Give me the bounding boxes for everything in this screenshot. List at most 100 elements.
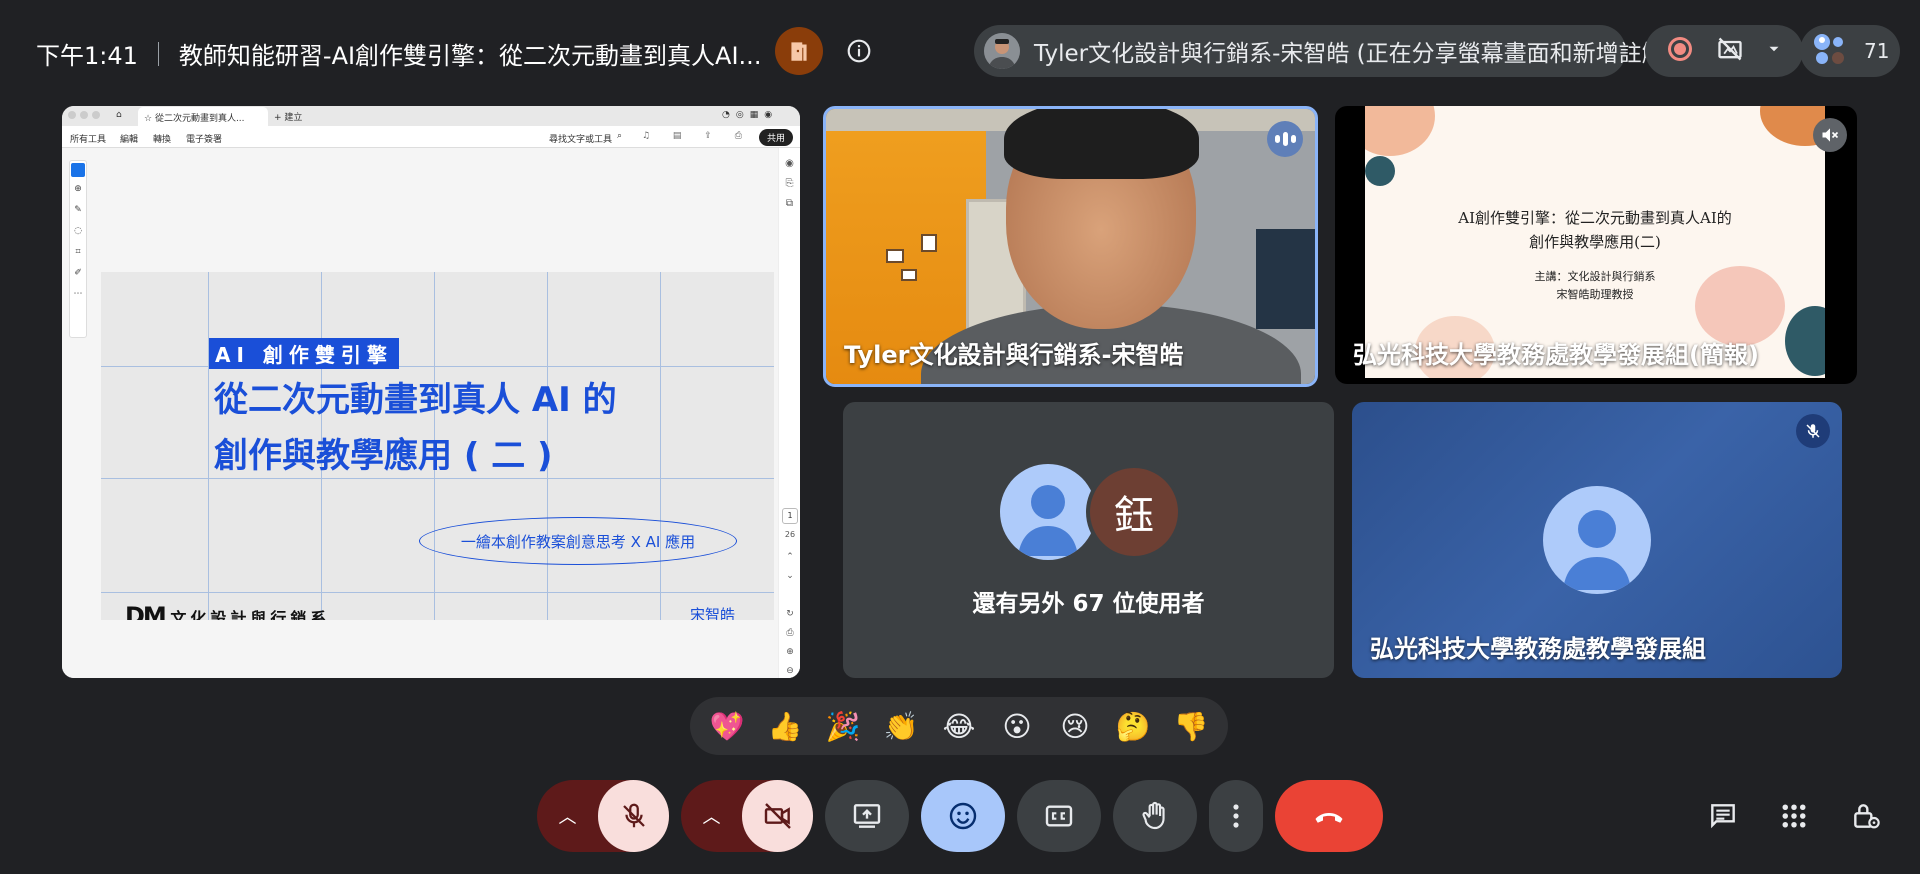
captions-off-icon[interactable] [1716,35,1744,67]
recording-icon[interactable] [1665,34,1695,68]
grid-line [660,272,661,620]
leave-call-button[interactable] [1275,780,1383,852]
camera-options-chevron-icon[interactable]: ︿ [681,803,742,829]
other-participants-tile[interactable]: 鈺 還有另外 67 位使用者 [843,402,1334,678]
department-name: 文化設計與行銷系 [170,609,331,620]
slide-kicker: AI 創作雙引擎 [209,338,399,369]
camera-control-group: ︿ [681,780,813,852]
mic-off-button[interactable] [598,780,669,852]
home-icon[interactable]: ⌂ [116,110,122,120]
info-icon[interactable] [840,32,878,70]
reaction-thumbs-down[interactable]: 👎 [1169,710,1213,743]
reaction-crying[interactable]: 😢 [1053,710,1097,743]
slide-camera-sub-line1: 主講：文化設計與行銷系 [1534,270,1656,283]
avatar [1000,464,1096,560]
slide-title-line2: 創作與教學應用 ( 二 ) [214,436,553,476]
speaker-name-label: Tyler文化設計與行銷系-宋智皓 [844,341,1184,369]
window-dot-icon [68,111,76,119]
page-tool-icons[interactable]: ◉ ⎘ ⧉ [779,154,800,214]
muted-icon [1813,118,1847,152]
reaction-party-popper[interactable]: 🎉 [821,710,865,743]
slide-decoration [1365,156,1395,186]
browser-action-icons[interactable]: ◔◎▦◉ [722,110,778,120]
reaction-clapping[interactable]: 👏 [879,710,923,743]
meeting-time: 下午1:41 [36,42,138,70]
people-avatars-icon [1810,31,1850,71]
video-background [1256,229,1315,329]
slide-camera-tile[interactable]: AI創作雙引擎：從二次元動畫到真人AI的 創作與教學應用(二) 主講：文化設計與… [1335,106,1857,384]
video-background [886,249,904,263]
avatar [1543,486,1651,594]
toolbar-icons[interactable]: ♫ ▤ ⇪ ⎙ [642,131,752,141]
slide-decoration [1365,106,1435,156]
slide-camera-sub-line2: 宋智皓助理教授 [1556,288,1634,301]
avatar: 鈺 [1086,464,1182,560]
presenter-status: Tyler文化設計與行銷系-宋智皓 (正在分享螢幕畫面和新增註解) [1034,41,1674,67]
chat-icon[interactable] [1705,798,1741,834]
grid-line [101,366,774,367]
pdf-viewer: ⊕ ✎ ◌ ⌗ ✐ ⋯ AI 創作雙引擎 從二次元動畫到真人 AI 的 創作與教學應用 (… [62,148,800,678]
new-tab-button[interactable]: + 建立 [274,110,302,123]
toolbar-edit[interactable]: 編輯 [120,132,138,145]
presenter-chip[interactable]: Tyler文化設計與行銷系-宋智皓 (正在分享螢幕畫面和新增註解) [974,25,1674,77]
door-icon[interactable] [775,27,823,75]
meeting-header: 下午1:41 教師知能研習-AI創作雙引擎：從二次元動畫到真人AI... [36,36,761,71]
host-controls-lock-icon[interactable] [1848,798,1884,834]
hand-tool-icon[interactable] [71,163,85,177]
screen-share-tile[interactable]: ⌂ ☆ 從二次元動畫到真人... + 建立 ◔◎▦◉ 所有工具 編輯 轉換 電子… [62,106,800,678]
browser-tab-bar: ⌂ ☆ 從二次元動畫到真人... + 建立 ◔◎▦◉ [62,106,800,126]
header-divider [157,41,159,66]
search-tools-input[interactable]: 尋找文字或工具 [549,132,612,145]
slide-camera-title: AI創作雙引擎：從二次元動畫到真人AI的 創作與教學應用(二) [1365,206,1825,254]
speaker-video [1004,109,1199,179]
browser-tab-label: 從二次元動畫到真人... [154,114,245,124]
page-nav-icons[interactable]: ⌃ ⌄ ↻ ⎙ ⊕ ⊖ [779,548,800,678]
slide-decoration [1785,306,1825,376]
activities-grid-icon[interactable] [1776,798,1812,834]
mic-options-chevron-icon[interactable]: ︿ [537,803,598,829]
present-screen-button[interactable] [825,780,909,852]
reaction-sparkling-heart[interactable]: 💖 [705,710,749,743]
window-dot-icon [92,111,100,119]
share-button[interactable]: 共用 [759,129,794,146]
camera-off-button[interactable] [742,780,813,852]
raise-hand-button[interactable] [1113,780,1197,852]
speaking-indicator-icon [1267,121,1303,157]
grid-line [101,592,774,593]
pdf-toolbar: 所有工具 編輯 轉換 電子簽署 尋找文字或工具 ⌕ ♫ ▤ ⇪ ⎙ 共用 [62,126,800,148]
emoji-reactions-button[interactable] [921,780,1005,852]
more-options-button[interactable] [1209,780,1263,852]
toolbar-convert[interactable]: 轉換 [153,132,171,145]
slide-camera-title-line2: 創作與教學應用(二) [1529,233,1661,251]
star-icon: ☆ [144,114,155,124]
slide-camera-name-label: 弘光科技大學教務處教學發展組(簡報) [1353,341,1759,369]
reaction-thinking[interactable]: 🤔 [1111,710,1155,743]
toolbar-all-tools[interactable]: 所有工具 [70,132,106,145]
participant-tile[interactable]: 弘光科技大學教務處教學發展組 [1352,402,1842,678]
chevron-down-icon[interactable] [1765,40,1783,62]
mic-off-icon [1796,414,1830,448]
reaction-surprised[interactable]: 😮 [995,710,1039,743]
participant-count: 71 [1864,39,1890,63]
annotation-toolbar: ⊕ ✎ ◌ ⌗ ✐ ⋯ [69,160,87,338]
reaction-thumbs-up[interactable]: 👍 [763,710,807,743]
video-background [921,234,937,252]
captions-button[interactable] [1017,780,1101,852]
current-page[interactable]: 1 [782,508,798,524]
toolbar-esign[interactable]: 電子簽署 [186,132,222,145]
page-navigator: ◉ ⎘ ⧉ 1 26 ⌃ ⌄ ↻ ⎙ ⊕ ⊖ [778,148,800,678]
participants-button[interactable]: 71 [1800,25,1900,77]
speaker-video-tile[interactable]: Tyler文化設計與行銷系-宋智皓 [823,106,1318,387]
recording-controls [1645,25,1803,77]
annotation-tool-icons[interactable]: ⊕ ✎ ◌ ⌗ ✐ ⋯ [70,179,86,305]
reaction-laughing[interactable]: 😂 [937,710,981,743]
video-background [901,269,917,281]
dm-logo-mark: DM [125,602,167,620]
slide-author: 宋智皓 [690,606,736,620]
slide-camera-subtitle: 主講：文化設計與行銷系 宋智皓助理教授 [1365,268,1825,304]
meeting-title: 教師知能研習-AI創作雙引擎：從二次元動畫到真人AI... [178,42,762,70]
window-dot-icon [80,111,88,119]
search-icon[interactable]: ⌕ [617,131,622,141]
browser-tab[interactable]: ☆ 從二次元動畫到真人... [138,107,268,126]
mic-control-group: ︿ [537,780,669,852]
